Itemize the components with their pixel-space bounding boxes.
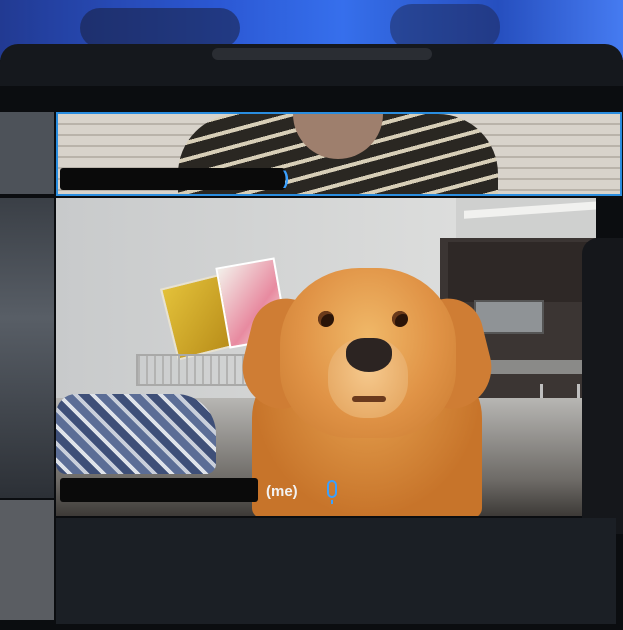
microphone-icon xyxy=(327,480,337,504)
dog-video xyxy=(346,338,392,372)
phone-notch xyxy=(212,48,432,60)
participant-name-redacted xyxy=(60,478,258,502)
dog-video xyxy=(392,311,408,327)
participant-tile-partial[interactable] xyxy=(0,500,54,620)
participant-tile-self[interactable] xyxy=(56,198,596,516)
empty-gallery-area xyxy=(56,518,616,624)
dog-video xyxy=(352,396,386,402)
video-background xyxy=(464,201,596,219)
background-blur-shape xyxy=(80,8,240,48)
participant-tile-partial[interactable] xyxy=(0,112,54,194)
device-edge xyxy=(582,238,623,534)
speaker-icon: ) xyxy=(283,168,289,188)
participant-name-redacted xyxy=(60,168,285,190)
video-background xyxy=(474,300,544,334)
self-label: (me) xyxy=(266,483,298,500)
video-background xyxy=(448,242,588,302)
dog-video xyxy=(318,311,334,327)
video-background xyxy=(56,394,216,474)
participant-tile-partial[interactable] xyxy=(0,198,54,498)
